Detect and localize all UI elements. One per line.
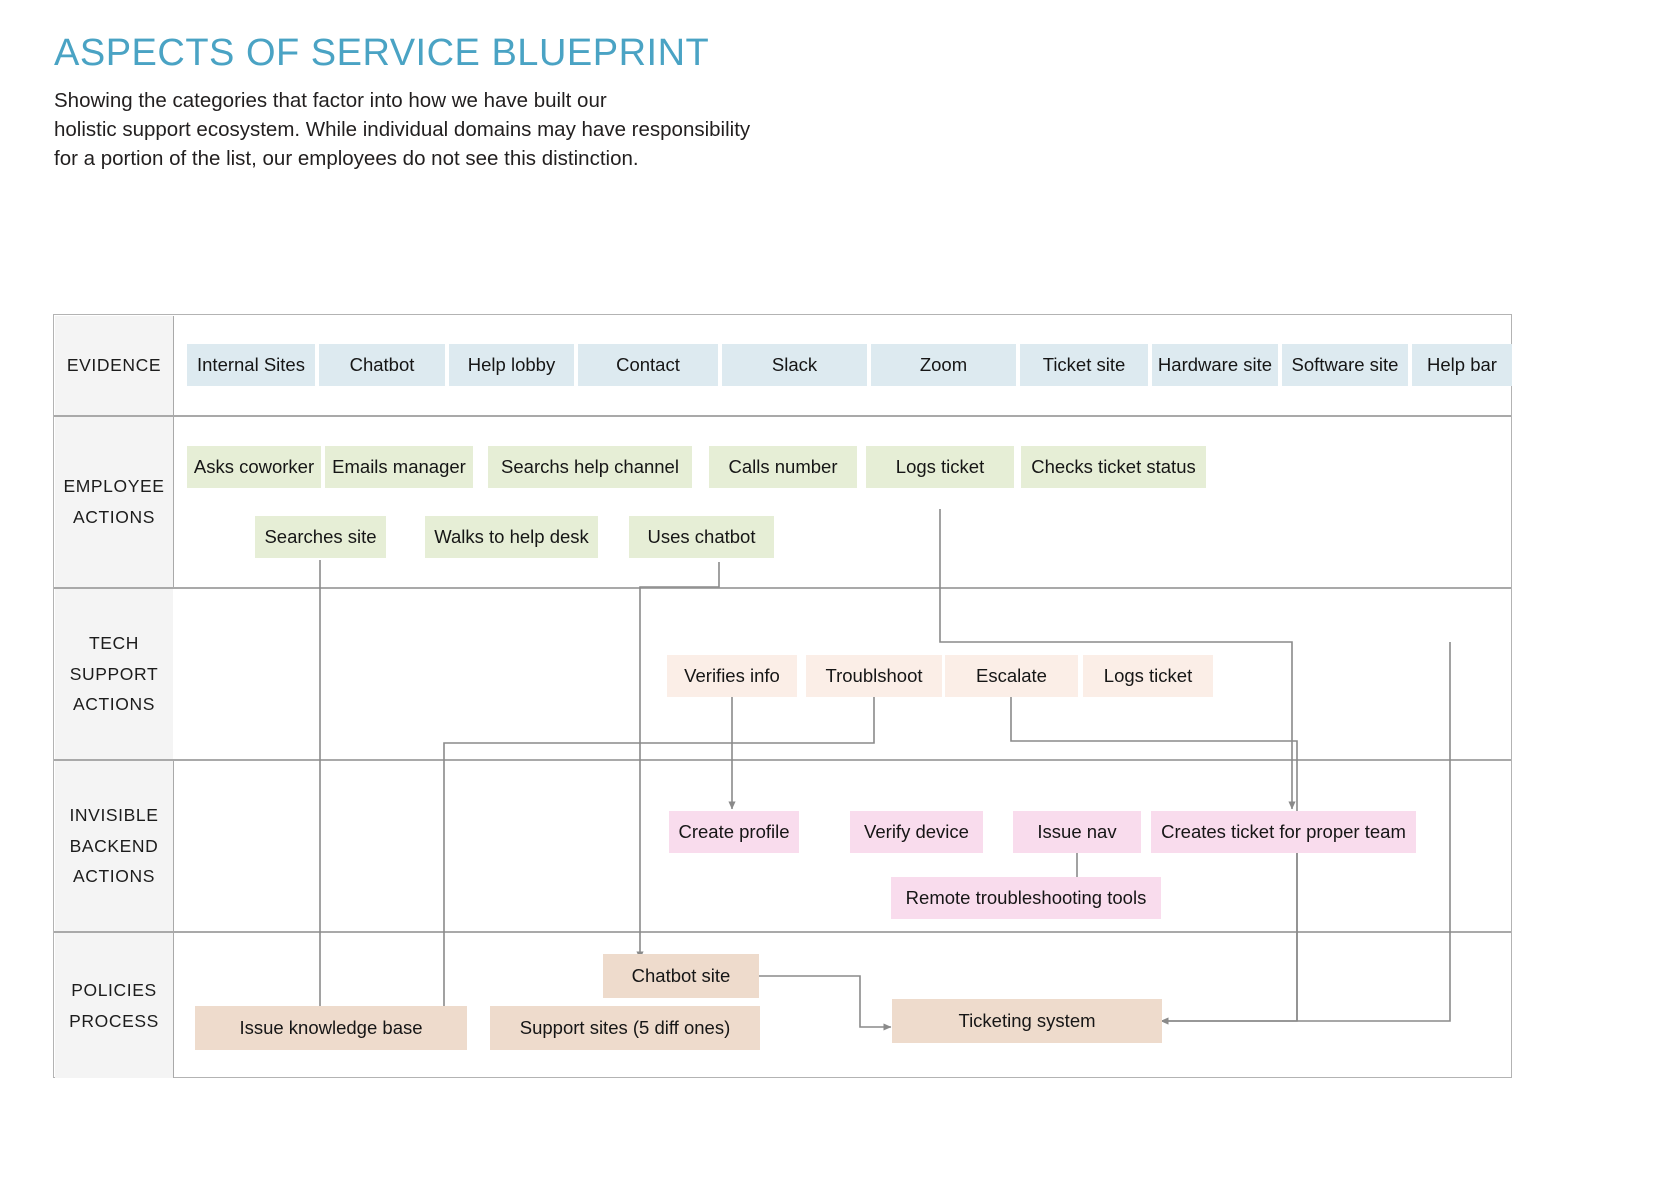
employee-action-node[interactable]: Emails manager <box>325 446 473 488</box>
invisible-backend-node[interactable]: Issue nav <box>1013 811 1141 853</box>
row-label-line: TECH <box>88 633 140 654</box>
node-label: Searches site <box>264 525 377 547</box>
label-column-separator <box>173 933 174 1078</box>
invisible-backend-node[interactable]: Verify device <box>850 811 983 853</box>
node-label: Help lobby <box>467 353 556 375</box>
tech-support-action-node[interactable]: Verifies info <box>667 655 797 697</box>
row-label-employee-actions: EMPLOYEE ACTIONS <box>55 417 173 587</box>
row-label-tech-support-actions: TECH SUPPORT ACTIONS <box>55 589 173 759</box>
row-label-line: INVISIBLE <box>69 805 159 826</box>
employee-action-node[interactable]: Searchs help channel <box>488 446 692 488</box>
evidence-node[interactable]: Internal Sites <box>187 344 315 386</box>
node-label: Issue nav <box>1037 820 1117 842</box>
node-label: Contact <box>616 353 680 375</box>
employee-action-node[interactable]: Uses chatbot <box>629 516 774 558</box>
row-label-line: BACKEND <box>69 835 159 856</box>
row-label-line: PROCESS <box>69 1010 159 1031</box>
employee-action-node[interactable]: Calls number <box>709 446 857 488</box>
employee-action-node[interactable]: Checks ticket status <box>1021 446 1206 488</box>
evidence-node[interactable]: Hardware site <box>1152 344 1278 386</box>
row-label-line: EVIDENCE <box>66 355 162 376</box>
node-label: Chatbot site <box>631 964 731 986</box>
node-label: Calls number <box>728 455 838 477</box>
employee-action-node[interactable]: Asks coworker <box>187 446 321 488</box>
evidence-node[interactable]: Ticket site <box>1020 344 1148 386</box>
employee-action-node[interactable]: Logs ticket <box>866 446 1014 488</box>
evidence-node[interactable]: Zoom <box>871 344 1016 386</box>
node-label: Logs ticket <box>895 455 985 477</box>
page-subtitle: Showing the categories that factor into … <box>54 89 751 171</box>
band-divider <box>54 587 1511 589</box>
evidence-node[interactable]: Contact <box>578 344 718 386</box>
node-label: Verify device <box>864 820 969 842</box>
row-label-line: ACTIONS <box>73 694 155 715</box>
policies-process-node[interactable]: Ticketing system <box>892 999 1162 1043</box>
invisible-backend-node[interactable]: Creates ticket for proper team <box>1151 811 1416 853</box>
label-column-separator <box>173 417 174 587</box>
node-label: Walks to help desk <box>434 525 589 547</box>
tech-support-action-node[interactable]: Troublshoot <box>806 655 942 697</box>
node-label: Zoom <box>919 353 968 375</box>
evidence-node[interactable]: Software site <box>1282 344 1408 386</box>
node-label: Chatbot <box>349 353 415 375</box>
row-label-invisible-backend-actions: INVISIBLE BACKEND ACTIONS <box>55 761 173 931</box>
node-label: Uses chatbot <box>647 525 756 547</box>
node-label: Help bar <box>1427 353 1497 375</box>
service-blueprint-diagram: EVIDENCE EMPLOYEE ACTIONS TECH SUPPORT A… <box>53 314 1512 1078</box>
row-label-policies-process: POLICIES PROCESS <box>55 933 173 1078</box>
row-label-line: ACTIONS <box>73 866 155 887</box>
policies-process-node[interactable]: Chatbot site <box>603 954 759 998</box>
header: ASPECTS OF SERVICE BLUEPRINT Showing the… <box>54 34 1154 173</box>
node-label: Logs ticket <box>1103 664 1193 686</box>
label-column-separator <box>173 761 174 931</box>
node-label: Checks ticket status <box>1031 455 1196 477</box>
policies-process-node[interactable]: Support sites (5 diff ones) <box>490 1006 760 1050</box>
tech-support-action-node[interactable]: Escalate <box>945 655 1078 697</box>
node-label: Asks coworker <box>193 455 315 477</box>
node-label: Software site <box>1291 353 1399 375</box>
evidence-node[interactable]: Help lobby <box>449 344 574 386</box>
label-column-separator <box>173 316 174 415</box>
node-label: Verifies info <box>684 664 780 686</box>
row-label-line: ACTIONS <box>73 507 155 527</box>
node-label: Escalate <box>976 664 1047 686</box>
evidence-node[interactable]: Chatbot <box>319 344 445 386</box>
node-label: Ticket site <box>1042 353 1126 375</box>
band-divider <box>54 759 1511 761</box>
node-label: Slack <box>771 353 818 375</box>
row-label-line: POLICIES <box>71 979 157 1000</box>
employee-action-node[interactable]: Walks to help desk <box>425 516 598 558</box>
invisible-backend-node[interactable]: Create profile <box>669 811 799 853</box>
node-label: Issue knowledge base <box>239 1016 423 1038</box>
band-divider <box>54 931 1511 933</box>
page-title: ASPECTS OF SERVICE BLUEPRINT <box>54 32 710 74</box>
connector-layer <box>316 509 1451 1031</box>
band-divider <box>54 415 1511 417</box>
node-label: Internal Sites <box>197 353 305 375</box>
policies-process-node[interactable]: Issue knowledge base <box>195 1006 467 1050</box>
node-label: Troublshoot <box>825 664 923 686</box>
node-label: Creates ticket for proper team <box>1161 820 1406 842</box>
node-label: Emails manager <box>332 455 466 477</box>
evidence-node[interactable]: Help bar <box>1412 344 1512 386</box>
row-label-line: SUPPORT <box>69 663 159 684</box>
node-label: Create profile <box>678 820 790 842</box>
employee-action-node[interactable]: Searches site <box>255 516 386 558</box>
tech-support-action-node[interactable]: Logs ticket <box>1083 655 1213 697</box>
node-label: Ticketing system <box>958 1009 1096 1031</box>
row-label-line: EMPLOYEE <box>63 476 165 497</box>
node-label: Support sites (5 diff ones) <box>519 1016 731 1038</box>
evidence-node[interactable]: Slack <box>722 344 867 386</box>
node-label: Hardware site <box>1157 353 1273 375</box>
node-label: Searchs help channel <box>501 455 679 477</box>
node-label: Remote troubleshooting tools <box>905 886 1147 908</box>
invisible-backend-node[interactable]: Remote troubleshooting tools <box>891 877 1161 919</box>
row-label-evidence: EVIDENCE <box>55 316 173 415</box>
